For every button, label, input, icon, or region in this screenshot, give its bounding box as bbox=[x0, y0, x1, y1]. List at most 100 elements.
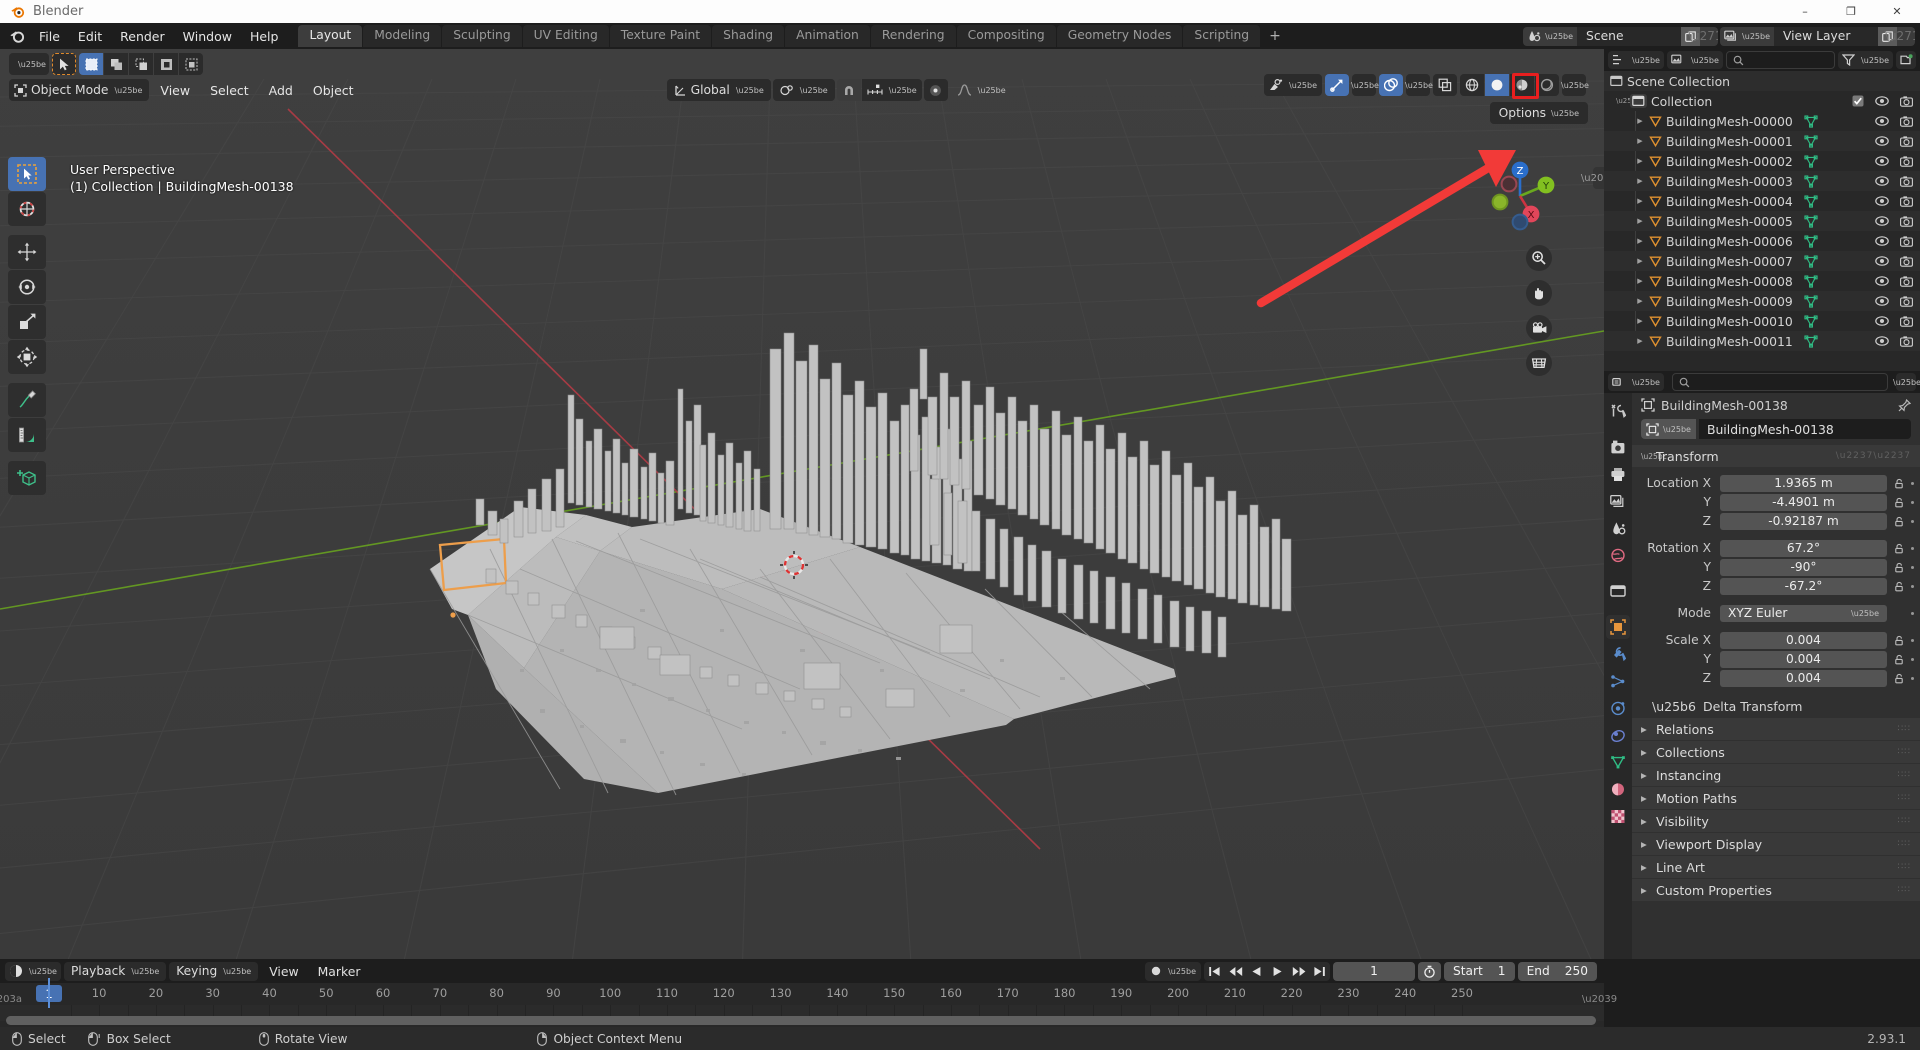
object-disclosure-icon[interactable]: ▶ bbox=[1634, 137, 1646, 145]
use-preview-range-button[interactable] bbox=[1418, 962, 1441, 981]
object-hide-icon[interactable] bbox=[1875, 296, 1889, 306]
object-render-icon[interactable] bbox=[1900, 336, 1913, 347]
object-disclosure-icon[interactable]: ▶ bbox=[1634, 237, 1646, 245]
view-layer-selector[interactable]: \u25be View Layer \u2715 bbox=[1720, 27, 1915, 46]
object-hide-icon[interactable] bbox=[1875, 216, 1889, 226]
menu-window[interactable]: Window bbox=[174, 26, 241, 47]
tab-animation[interactable]: Animation bbox=[785, 25, 870, 47]
editor-type-selector[interactable]: \u25be bbox=[9, 53, 49, 75]
viewport-menu-select[interactable]: Select bbox=[201, 80, 258, 101]
rotation-y-animate-dot[interactable] bbox=[1911, 566, 1914, 569]
object-render-icon[interactable] bbox=[1900, 236, 1913, 247]
tab-view-layer-properties[interactable] bbox=[1606, 489, 1630, 513]
tab-particle-properties[interactable] bbox=[1606, 669, 1630, 693]
jump-to-end-button[interactable] bbox=[1309, 962, 1330, 981]
object-render-icon[interactable] bbox=[1900, 116, 1913, 127]
tab-output-properties[interactable] bbox=[1606, 462, 1630, 486]
rotation-x-lock-icon[interactable] bbox=[1894, 543, 1905, 554]
select-tool-button[interactable] bbox=[52, 53, 76, 75]
object-name-field[interactable]: BuildingMesh-00138 bbox=[1699, 419, 1911, 439]
timeline-sidebar-toggle-right[interactable]: \u2039 bbox=[1595, 989, 1604, 1009]
proportional-edit-toggle[interactable] bbox=[924, 79, 948, 101]
tab-physics-properties[interactable] bbox=[1606, 696, 1630, 720]
panel-disclosure-icon[interactable]: ▶ bbox=[1641, 748, 1650, 757]
minimize-button[interactable]: – bbox=[1782, 0, 1828, 23]
collection-disclosure-icon[interactable]: \u25bc bbox=[1616, 97, 1628, 105]
move-tool-button[interactable] bbox=[8, 235, 46, 269]
object-hide-icon[interactable] bbox=[1875, 256, 1889, 266]
object-hide-icon[interactable] bbox=[1875, 316, 1889, 326]
properties-header-dropdown[interactable]: \u25be bbox=[1896, 373, 1916, 391]
zoom-icon[interactable] bbox=[1526, 245, 1552, 271]
rotation-z-lock-icon[interactable] bbox=[1894, 581, 1905, 592]
tab-uv-editing[interactable]: UV Editing bbox=[523, 25, 609, 47]
location-x-value[interactable]: 1.9365 m bbox=[1720, 475, 1887, 492]
object-hide-icon[interactable] bbox=[1875, 236, 1889, 246]
start-frame-field[interactable]: Start 1 bbox=[1444, 962, 1515, 981]
play-button[interactable] bbox=[1267, 962, 1288, 981]
properties-panel-header[interactable]: ▶Motion Paths∷∷ bbox=[1632, 787, 1920, 809]
outliner-row-object[interactable]: ▶BuildingMesh-00011 bbox=[1604, 331, 1920, 351]
tab-compositing[interactable]: Compositing bbox=[957, 25, 1056, 47]
select-set-button[interactable] bbox=[79, 53, 103, 75]
tab-scripting[interactable]: Scripting bbox=[1183, 25, 1260, 47]
rotation-mode-animate-dot[interactable] bbox=[1911, 612, 1914, 615]
outliner-filter-button[interactable]: \u25be bbox=[1838, 51, 1893, 69]
mesh-data-icon[interactable] bbox=[1804, 155, 1818, 168]
timeline-menu-marker[interactable]: Marker bbox=[310, 962, 369, 981]
outliner-row-object[interactable]: ▶BuildingMesh-00005 bbox=[1604, 211, 1920, 231]
properties-panel-header[interactable]: ▶Visibility∷∷ bbox=[1632, 810, 1920, 832]
viewport-sidebar-toggle[interactable]: \u2039 bbox=[1593, 167, 1604, 189]
properties-editor[interactable]: \u25be \u25be bbox=[1604, 371, 1920, 959]
tab-modeling[interactable]: Modeling bbox=[363, 25, 441, 47]
scale-z-animate-dot[interactable] bbox=[1911, 677, 1914, 680]
rotate-tool-button[interactable] bbox=[8, 270, 46, 304]
object-render-icon[interactable] bbox=[1900, 176, 1913, 187]
object-hide-icon[interactable] bbox=[1875, 176, 1889, 186]
tab-layout[interactable]: Layout bbox=[298, 25, 362, 47]
viewport-menu-view[interactable]: View bbox=[151, 80, 199, 101]
location-x-animate-dot[interactable] bbox=[1911, 482, 1914, 485]
xray-toggle-button[interactable] bbox=[1433, 74, 1457, 96]
playback-popover-button[interactable]: Playback\u25be bbox=[64, 962, 166, 981]
select-invert-button[interactable] bbox=[154, 53, 178, 75]
mesh-data-icon[interactable] bbox=[1804, 335, 1818, 348]
properties-panel-header[interactable]: ▶Relations∷∷ bbox=[1632, 718, 1920, 740]
properties-panel-header[interactable]: ▶Custom Properties∷∷ bbox=[1632, 879, 1920, 901]
properties-panel-header[interactable]: ▶Instancing∷∷ bbox=[1632, 764, 1920, 786]
select-intersect-button[interactable] bbox=[179, 53, 203, 75]
view-layer-icon[interactable]: \u25be bbox=[1720, 27, 1774, 46]
tab-render-properties[interactable] bbox=[1606, 435, 1630, 459]
rotation-z-animate-dot[interactable] bbox=[1911, 585, 1914, 588]
object-render-icon[interactable] bbox=[1900, 256, 1913, 267]
object-hide-icon[interactable] bbox=[1875, 136, 1889, 146]
properties-panel-header[interactable]: ▶Line Art∷∷ bbox=[1632, 856, 1920, 878]
tab-world-properties[interactable] bbox=[1606, 543, 1630, 567]
outliner-new-collection-button[interactable] bbox=[1896, 51, 1916, 69]
panel-disclosure-icon[interactable]: ▶ bbox=[1641, 817, 1650, 826]
add-cube-tool-button[interactable] bbox=[8, 461, 46, 495]
tab-tool-properties[interactable] bbox=[1606, 399, 1630, 423]
rotation-y-lock-icon[interactable] bbox=[1894, 562, 1905, 573]
delta-transform-disclosure-icon[interactable]: \u25b6 bbox=[1652, 699, 1696, 714]
properties-panel-header[interactable]: ▶Collections∷∷ bbox=[1632, 741, 1920, 763]
pan-hand-icon[interactable] bbox=[1526, 280, 1552, 306]
object-disclosure-icon[interactable]: ▶ bbox=[1634, 177, 1646, 185]
transform-orientation-selector[interactable]: Global \u25be bbox=[667, 79, 771, 101]
object-disclosure-icon[interactable]: ▶ bbox=[1634, 117, 1646, 125]
outliner-row-object[interactable]: ▶BuildingMesh-00009 bbox=[1604, 291, 1920, 311]
scene-name[interactable]: Scene bbox=[1577, 27, 1681, 46]
collection-checkbox[interactable] bbox=[1852, 95, 1864, 107]
outliner-row-scene-collection[interactable]: Scene Collection bbox=[1604, 71, 1920, 91]
viewport-menu-add[interactable]: Add bbox=[260, 80, 302, 101]
rotation-x-animate-dot[interactable] bbox=[1911, 547, 1914, 550]
location-y-animate-dot[interactable] bbox=[1911, 501, 1914, 504]
rotation-mode-dropdown[interactable]: XYZ Euler \u25be bbox=[1720, 605, 1887, 622]
overlays-options-dropdown[interactable]: \u25be bbox=[1406, 74, 1430, 96]
location-x-lock-icon[interactable] bbox=[1894, 478, 1905, 489]
object-hide-icon[interactable] bbox=[1875, 276, 1889, 286]
gizmo-options-dropdown[interactable]: \u25be bbox=[1352, 74, 1376, 96]
play-reverse-button[interactable] bbox=[1246, 962, 1267, 981]
location-y-lock-icon[interactable] bbox=[1894, 497, 1905, 508]
annotate-tool-button[interactable] bbox=[8, 383, 46, 417]
